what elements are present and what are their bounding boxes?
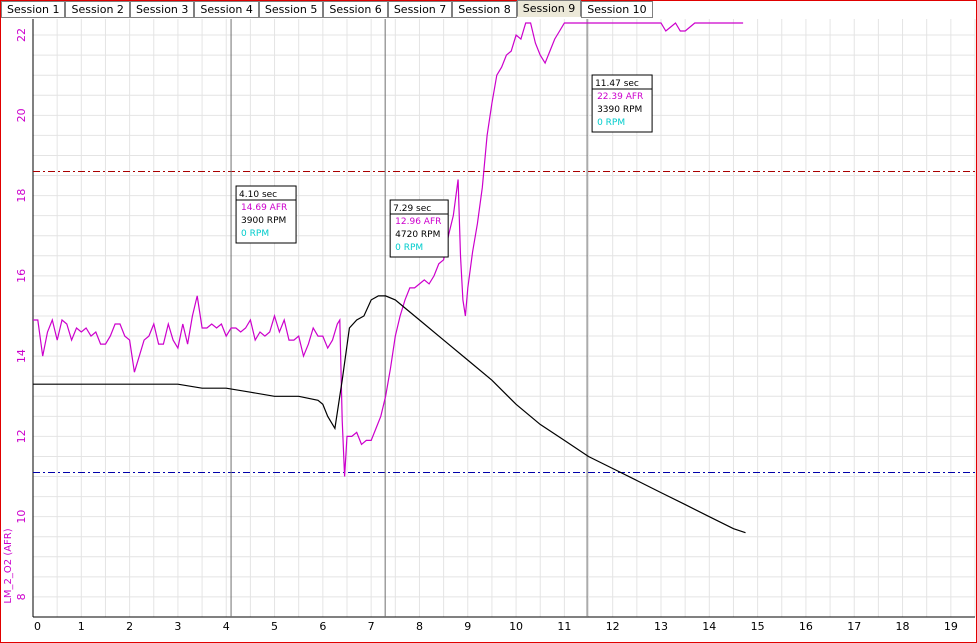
readout-time: 11.47 sec	[595, 79, 639, 89]
x-tick-label: 0	[34, 620, 41, 633]
x-tick-label: 5	[271, 620, 278, 633]
x-tick-label: 3	[174, 620, 181, 633]
y-tick-label: 10	[15, 510, 28, 524]
readout-speed: 0 RPM	[395, 243, 423, 253]
readout-time: 7.29 sec	[393, 204, 431, 214]
x-tick-label: 2	[126, 620, 133, 633]
x-tick-label: 17	[847, 620, 861, 633]
readout-time: 4.10 sec	[239, 190, 277, 200]
x-tick-label: 1	[78, 620, 85, 633]
y-tick-label: 20	[15, 108, 28, 122]
x-tick-label: 11	[557, 620, 571, 633]
readout-afr: 14.69 AFR	[241, 203, 287, 213]
cursor-readout-2: 7.29 sec 12.96 AFR 4720 RPM 0 RPM	[389, 199, 449, 258]
chart-grid	[32, 19, 976, 618]
y-tick-label: 12	[15, 429, 28, 443]
y-tick-label: 18	[15, 189, 28, 203]
y-tick-label: 8	[15, 593, 28, 600]
x-tick-label: 13	[654, 620, 668, 633]
y-tick-label: 14	[15, 349, 28, 363]
x-tick-label: 9	[464, 620, 471, 633]
cursor-readout-3: 11.47 sec 22.39 AFR 3390 RPM 0 RPM	[591, 74, 653, 133]
readout-rpm: 3900 RPM	[241, 216, 286, 226]
axis-ticks: 0 1 2 3 4 5 6 7 8 9 10 11 12 13 14 15 16 17 18 198101214161…	[15, 28, 958, 633]
x-tick-label: 8	[416, 620, 423, 633]
y-tick-label: 16	[15, 269, 28, 283]
x-tick-label: 18	[896, 620, 910, 633]
x-tick-label: 6	[319, 620, 326, 633]
readout-afr: 22.39 AFR	[597, 92, 643, 102]
x-tick-label: 7	[368, 620, 375, 633]
reference-lines	[33, 171, 975, 474]
series-rpm-line	[33, 295, 746, 534]
readout-speed: 0 RPM	[597, 118, 625, 128]
x-tick-label: 16	[799, 620, 813, 633]
y-axis-label: LM_2_O2 (AFR)	[3, 528, 14, 603]
readout-rpm: 3390 RPM	[597, 105, 642, 115]
x-tick-label: 14	[702, 620, 716, 633]
cursor-lines	[230, 19, 588, 617]
y-tick-label: 22	[15, 28, 28, 42]
x-tick-label: 12	[606, 620, 620, 633]
cursor-readout-1: 4.10 sec 14.69 AFR 3900 RPM 0 RPM	[235, 185, 297, 244]
readout-rpm: 4720 RPM	[395, 230, 440, 240]
x-tick-label: 4	[223, 620, 230, 633]
readout-afr: 12.96 AFR	[395, 217, 441, 227]
x-tick-label: 10	[509, 620, 523, 633]
afr-rpm-chart[interactable]: 4.10 sec14.69 AFR3900 RPM0 RPM7.29 sec12…	[0, 0, 977, 643]
readout-speed: 0 RPM	[241, 229, 269, 239]
x-tick-label: 15	[751, 620, 765, 633]
x-tick-label: 19	[944, 620, 958, 633]
